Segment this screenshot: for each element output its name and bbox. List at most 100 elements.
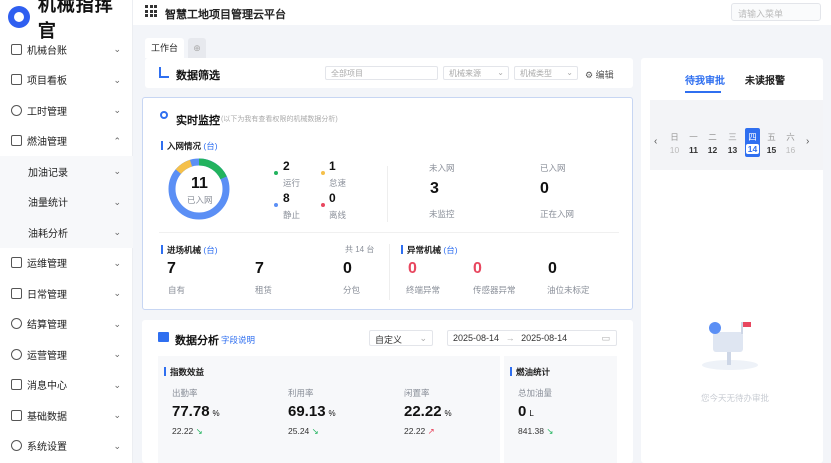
idle-rate-prev: 22.22 ↗ — [404, 426, 435, 437]
fuel-statistics-panel: 燃油统计 总加油量 0L 841.38 ↘ — [504, 356, 617, 463]
message-icon — [11, 379, 22, 391]
sidebar-item-project-board[interactable]: 项目看板 ⌄ — [0, 65, 133, 96]
idle-label: 怠速 — [329, 178, 347, 188]
calendar-day[interactable]: 12 — [706, 145, 719, 155]
sidebar-item-message-center[interactable]: 消息中心 ⌄ — [0, 370, 133, 401]
subcontract-value: 0 — [343, 260, 352, 277]
tab-pending-approval[interactable]: 待我审批 — [685, 72, 725, 87]
fuel-prev-text: 841.38 — [518, 426, 544, 436]
edit-button[interactable]: ⚙ 编辑 — [585, 68, 614, 81]
sidebar-item-label: 消息中心 — [27, 381, 67, 393]
divider — [387, 166, 388, 222]
type-select-label: 机械类型 — [520, 69, 552, 78]
next-week-icon[interactable]: › — [806, 136, 809, 147]
sidebar-item-operations[interactable]: 运营管理 ⌄ — [0, 339, 133, 370]
project-select[interactable]: 全部项目 — [325, 66, 438, 80]
location-pin-icon — [160, 111, 168, 119]
sidebar-item-base-data[interactable]: 基础数据 ⌄ — [0, 400, 133, 431]
filter-icon — [159, 67, 169, 78]
filter-bar: 数据筛选 全部项目 机械来源 ⌄ 机械类型 ⌄ ⚙ 编辑 — [145, 58, 633, 88]
sidebar-item-system-settings[interactable]: 系统设置 ⌄ — [0, 431, 133, 462]
chevron-down-icon: ⌄ — [113, 379, 121, 390]
sidebar-item-fuel-statistics[interactable]: 油量统计 ⌄ — [0, 186, 133, 217]
apps-grid-icon[interactable] — [145, 5, 157, 17]
calendar-icon — [11, 287, 22, 299]
rent-value: 7 — [255, 260, 264, 277]
sidebar-item-refuel-records[interactable]: 加油记录 ⌄ — [0, 156, 133, 187]
calendar-day[interactable]: 10 — [668, 145, 681, 155]
logo-icon — [8, 6, 30, 28]
chevron-down-icon: ⌄ — [113, 196, 121, 207]
settlement-icon — [11, 318, 22, 330]
sidebar-item-work-hours[interactable]: 工时管理 ⌄ — [0, 95, 133, 126]
attendance-value: 77.78% — [172, 403, 220, 420]
sidebar: 机械指挥官 机械台账 ⌄ 项目看板 ⌄ 工时管理 ⌄ 燃油管理 ⌃ 加油记录 ⌄ 油量统计… — [0, 0, 133, 463]
in-network-value: 0 — [540, 180, 549, 197]
monitor-hint: (以下为我有查看权限的机械数据分析) — [221, 116, 338, 123]
chevron-up-icon: ⌃ — [113, 135, 121, 146]
sidebar-item-label: 运营管理 — [27, 350, 67, 362]
sidebar-item-machine-ledger[interactable]: 机械台账 ⌄ — [0, 34, 133, 65]
usage-label: 利用率 — [288, 388, 314, 398]
calendar-day[interactable]: 15 — [765, 145, 778, 155]
idle-dot — [321, 171, 325, 175]
date-from: 2025-08-14 — [453, 333, 500, 343]
sidebar-item-fuel-management[interactable]: 燃油管理 ⌃ — [0, 126, 133, 157]
sidebar-item-label: 加油记录 — [28, 167, 68, 179]
chevron-down-icon: ⌄ — [113, 349, 121, 359]
range-mode-select[interactable]: 自定义 ⌄ — [369, 330, 433, 346]
running-label: 运行 — [283, 178, 301, 188]
sidebar-item-settlement[interactable]: 结算管理 ⌄ — [0, 309, 133, 340]
sidebar-menu: 机械台账 ⌄ 项目看板 ⌄ 工时管理 ⌄ 燃油管理 ⌃ 加油记录 ⌄ 油量统计 ⌄ 油耗分析… — [0, 34, 133, 461]
index-label: 指数效益 — [164, 366, 204, 378]
menu-search-input[interactable]: 请输入菜单 — [731, 3, 821, 21]
idle-rate-label: 闲置率 — [404, 388, 430, 398]
subcontract-label: 分包 — [343, 285, 361, 295]
sidebar-item-label: 结算管理 — [27, 320, 67, 332]
chevron-down-icon: ⌄ — [113, 227, 121, 237]
stopped-dot — [274, 203, 278, 207]
calendar-day[interactable]: 11 — [687, 145, 700, 155]
fuel-prev: 841.38 ↘ — [518, 426, 554, 437]
tab-unread-alarm[interactable]: 未读报警 — [745, 72, 785, 87]
chevron-down-icon: ⌄ — [113, 44, 121, 54]
trend-down-icon: ↘ — [546, 426, 554, 436]
idle-rate-value: 22.22% — [404, 403, 452, 420]
ledger-icon — [11, 43, 22, 55]
not-in-network-value: 3 — [430, 180, 439, 197]
prev-week-icon[interactable]: ‹ — [654, 136, 657, 147]
idle-count: 1 — [329, 159, 336, 173]
fuel-unit: L — [529, 409, 534, 418]
abnormal-unit: (台) — [443, 245, 458, 255]
chevron-down-icon: ⌄ — [113, 318, 121, 329]
fuel-icon — [11, 135, 22, 147]
sidebar-item-label: 燃油管理 — [27, 137, 67, 149]
calendar-day[interactable]: 13 — [726, 145, 739, 155]
sidebar-item-label: 工时管理 — [27, 106, 67, 118]
tab-workbench[interactable]: 工作台 — [145, 38, 185, 58]
date-range-picker[interactable]: 2025-08-14 → 2025-08-14 ▭ — [447, 330, 617, 346]
chevron-down-icon: ⌄ — [113, 440, 121, 451]
network-label-text: 入网情况 — [167, 141, 202, 151]
active-tab-indicator — [685, 91, 721, 93]
field-description-link[interactable]: 字段说明 — [221, 334, 255, 346]
chevron-down-icon: ⌄ — [113, 288, 121, 298]
sidebar-item-operation-maintenance[interactable]: 运维管理 ⌄ — [0, 248, 133, 279]
source-select[interactable]: 机械来源 ⌄ — [443, 66, 509, 80]
type-select[interactable]: 机械类型 ⌄ — [514, 66, 578, 80]
sidebar-item-fuel-analysis[interactable]: 油耗分析 ⌄ — [0, 217, 133, 248]
trend-down-icon: ↘ — [311, 426, 319, 436]
calendar-day[interactable]: 16 — [784, 145, 797, 155]
calendar-day-selected[interactable]: 14 — [746, 144, 759, 154]
own-label: 自有 — [168, 285, 186, 295]
sidebar-item-label: 运维管理 — [27, 259, 67, 271]
network-label: 入网情况 (台) — [161, 140, 218, 152]
data-analysis-card: 数据分析 字段说明 自定义 ⌄ 2025-08-14 → 2025-08-14 ▭… — [142, 320, 633, 463]
add-tab-icon[interactable]: ⊕ — [188, 38, 207, 58]
sidebar-item-daily-management[interactable]: 日常管理 ⌄ — [0, 278, 133, 309]
percent-unit: % — [212, 409, 220, 418]
bar-chart-icon — [158, 332, 169, 342]
offline-count: 0 — [329, 191, 336, 205]
network-total-caption: 已入网 — [187, 195, 213, 205]
database-icon — [11, 409, 22, 421]
